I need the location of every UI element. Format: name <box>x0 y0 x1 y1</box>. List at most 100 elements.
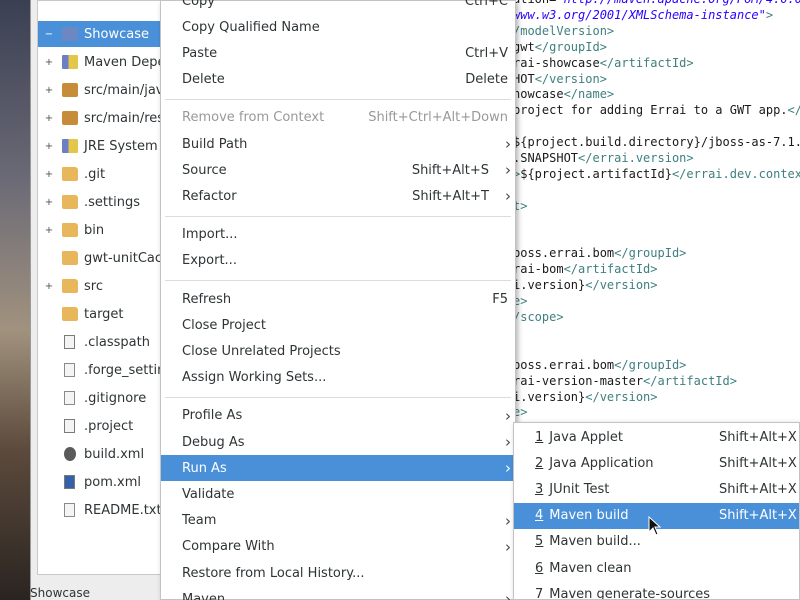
menu-item-delete[interactable]: Delete Delete <box>161 67 515 93</box>
menu-item-copy[interactable]: Copy Ctrl+C <box>161 0 515 14</box>
menu-item-label: Build Path <box>182 136 248 152</box>
submenu-item-mnemonic: 3 <box>535 481 544 497</box>
code-token: /modelVersion> <box>513 23 615 38</box>
pom-file-icon <box>64 475 75 489</box>
menu-item-close-unrelated-projects[interactable]: Close Unrelated Projects <box>161 338 515 364</box>
code-line: rai-bom</artifactId> <box>513 262 658 276</box>
menu-item-label: Run As <box>182 460 227 476</box>
menu-item-close-project[interactable]: Close Project <box>161 312 515 338</box>
menu-item-build-path[interactable]: Build Path › <box>161 131 515 157</box>
submenu-item-maven-clean[interactable]: 6 Maven clean <box>514 555 799 581</box>
menu-item-assign-working-sets[interactable]: Assign Working Sets... <box>161 365 515 391</box>
menu-item-compare-with[interactable]: Compare With › <box>161 534 515 560</box>
tree-item-label: target <box>84 306 124 322</box>
tree-item-label: src/main/java <box>84 82 172 98</box>
submenu-arrow-icon: › <box>505 161 511 180</box>
code-line: >${project.artifactId}</errai.dev.contex <box>513 167 800 181</box>
submenu-item-label: Maven clean <box>549 560 632 576</box>
code-token: howcase <box>513 87 564 102</box>
code-token: ation= <box>513 0 556 6</box>
collapse-icon[interactable]: − <box>42 29 56 40</box>
submenu-item-junit-test[interactable]: 3 JUnit Test Shift+Alt+X T <box>514 476 799 502</box>
submenu-item-mnemonic: 1 <box>535 429 544 445</box>
menu-item-import[interactable]: Import... <box>161 222 515 248</box>
expand-icon[interactable]: + <box>42 225 56 236</box>
folder-icon <box>62 251 78 265</box>
submenu-item-java-applet[interactable]: 1 Java Applet Shift+Alt+X A <box>514 424 799 450</box>
submenu-item-mnemonic: 2 <box>535 455 544 471</box>
code-line: boss.errai.bom</groupId> <box>513 246 686 260</box>
menu-item-shortcut: Ctrl+C <box>464 0 508 9</box>
menu-item-restore-from-local-history[interactable]: Restore from Local History... <box>161 560 515 586</box>
menu-item-label: Assign Working Sets... <box>182 370 327 386</box>
submenu-arrow-icon: › <box>505 433 511 451</box>
code-token: rai-bom <box>513 262 564 277</box>
menu-item-label: Export... <box>182 253 237 269</box>
menu-item-label: Copy Qualified Name <box>182 19 320 35</box>
menu-item-refresh[interactable]: Refresh F5 <box>161 286 515 312</box>
menu-item-source[interactable]: Source Shift+Alt+S › <box>161 157 515 183</box>
submenu-item-java-application[interactable]: 2 Java Application Shift+Alt+X J <box>514 450 800 476</box>
tree-item-label: gwt-unitCach <box>84 250 171 266</box>
menu-item-shortcut: Shift+Ctrl+Alt+Down <box>368 110 508 126</box>
folder-icon <box>62 307 78 321</box>
expand-icon[interactable]: + <box>42 57 56 68</box>
menu-item-copy-qualified-name[interactable]: Copy Qualified Name <box>161 14 515 40</box>
expand-icon[interactable]: + <box>42 85 56 96</box>
menu-item-export[interactable]: Export... <box>161 248 515 274</box>
code-line: ation="http://maven.apache.org/POM/4.0.0 <box>513 0 800 6</box>
code-line: howcase</name> <box>513 87 614 101</box>
expand-icon[interactable]: + <box>42 169 56 180</box>
menu-item-maven[interactable]: Maven › <box>161 586 515 600</box>
folder-icon <box>62 279 78 293</box>
tree-item-label: .project <box>84 418 134 434</box>
code-token: gwt <box>513 39 535 54</box>
code-line: i.version}</version> <box>513 390 658 404</box>
menu-separator <box>165 98 511 100</box>
code-line: i.version}</version> <box>513 278 658 292</box>
menu-item-label: Close Project <box>182 317 267 333</box>
code-token: rai-version-master <box>513 373 644 388</box>
tree-item-label: JRE System L <box>84 138 170 154</box>
menu-item-shortcut: Shift+Alt+S <box>411 162 489 178</box>
menu-item-validate[interactable]: Validate <box>161 481 515 507</box>
expand-icon[interactable]: + <box>42 113 56 124</box>
menu-item-label: Profile As <box>182 408 243 424</box>
folder-icon <box>62 223 78 237</box>
tree-item-label: pom.xml <box>84 474 141 490</box>
code-line: project for adding Errai to a GWT app.</ <box>513 103 800 117</box>
code-token: </version> <box>585 389 658 404</box>
code-line: boss.errai.bom</groupId> <box>513 358 686 372</box>
code-token: </errai.version> <box>578 151 694 165</box>
menu-item-debug-as[interactable]: Debug As › <box>161 429 515 455</box>
submenu-arrow-icon: › <box>505 537 511 556</box>
code-token: rai-showcase <box>513 55 600 70</box>
submenu-item-shortcut: Shift+Alt+X M <box>719 508 799 524</box>
menu-item-label: Import... <box>182 227 238 243</box>
code-token: </artifactId> <box>599 55 694 70</box>
menu-item-label: Refresh <box>182 291 232 307</box>
expand-icon[interactable]: + <box>42 197 56 208</box>
menu-item-team[interactable]: Team › <box>161 508 515 534</box>
menu-item-run-as[interactable]: Run As › <box>161 455 515 482</box>
expand-icon[interactable]: + <box>42 281 56 292</box>
submenu-item-maven-generate-sources[interactable]: 7 Maven generate-sources <box>514 581 799 599</box>
ant-file-icon <box>64 447 76 461</box>
menu-item-paste[interactable]: Paste Ctrl+V <box>161 40 515 66</box>
library-icon <box>62 55 78 69</box>
submenu-item-shortcut: Shift+Alt+X J <box>719 455 800 471</box>
menu-item-profile-as[interactable]: Profile As › <box>161 403 515 429</box>
code-token: boss.errai.bom <box>513 357 615 372</box>
tree-item-label: .git <box>84 166 106 182</box>
expand-icon[interactable]: + <box>42 141 56 152</box>
code-token: </artifactId> <box>643 373 737 388</box>
menu-item-label: Compare With <box>182 539 275 555</box>
code-token: </groupId> <box>534 39 607 54</box>
tree-item-label: build.xml <box>84 446 145 462</box>
code-token: </version> <box>534 71 607 86</box>
submenu-arrow-icon: › <box>505 406 511 425</box>
menu-item-remove-from-context: Remove from Context Shift+Ctrl+Alt+Down <box>161 105 515 131</box>
tree-item-label: src/main/reso <box>84 110 173 126</box>
file-icon <box>64 503 75 517</box>
menu-item-refactor[interactable]: Refactor Shift+Alt+T › <box>161 183 515 209</box>
